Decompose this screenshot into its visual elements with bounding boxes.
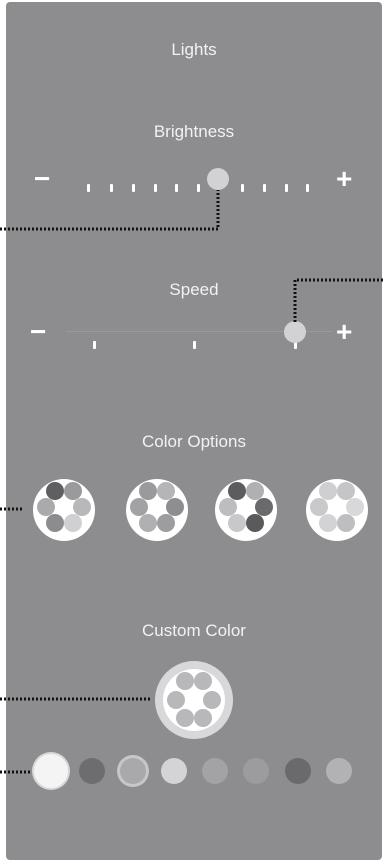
speed-callout-line (293, 278, 384, 322)
callout-lines (0, 190, 384, 774)
brightness-callout-line (0, 190, 220, 231)
